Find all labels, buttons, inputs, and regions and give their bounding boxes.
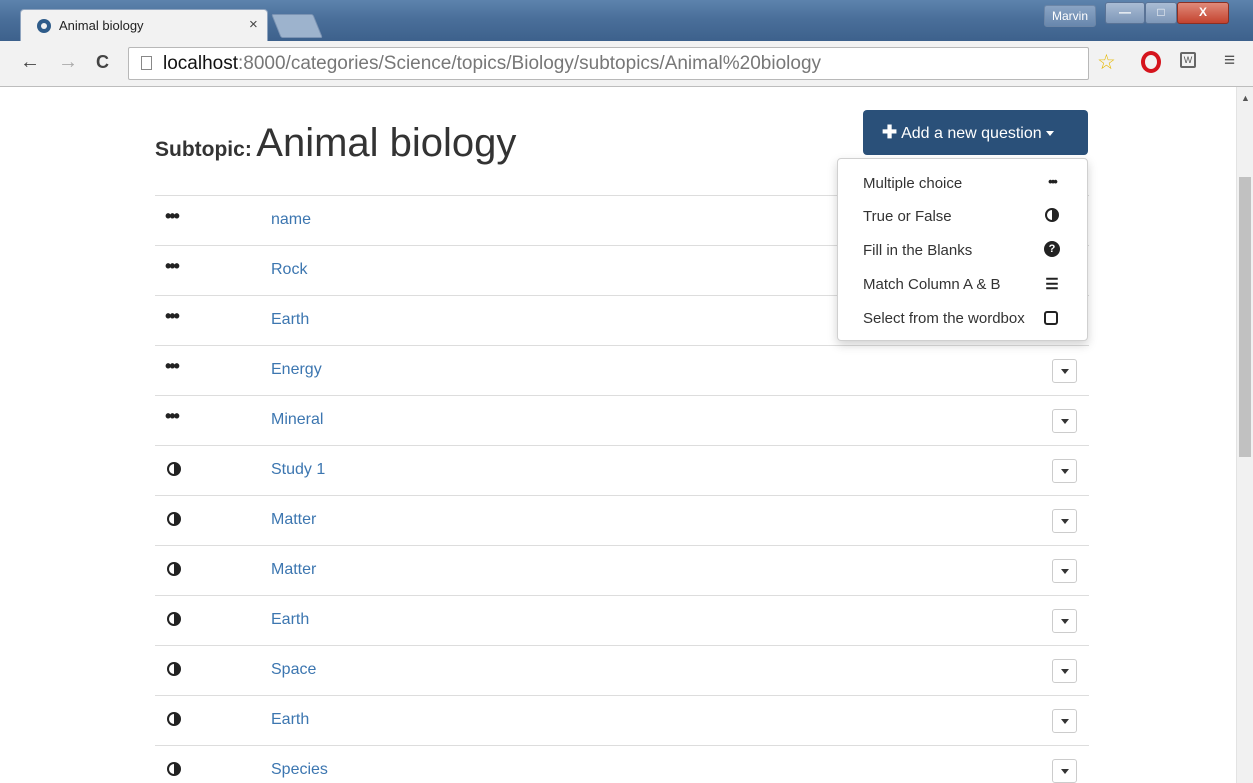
dropdown-item-match-columns[interactable]: Match Column A & B ☰ [838, 268, 1087, 302]
ellipsis-icon: ••• [165, 406, 180, 426]
row-options-button[interactable] [1052, 759, 1077, 783]
extension-icon[interactable]: W [1180, 52, 1196, 68]
half-circle-icon [167, 662, 181, 676]
ellipsis-icon: ••• [165, 256, 180, 276]
add-question-label: Add a new question [901, 125, 1042, 142]
row-options-button[interactable] [1052, 409, 1077, 433]
question-link[interactable]: Matter [271, 511, 316, 529]
table-row: ••• Mineral [155, 395, 1089, 445]
dropdown-item-true-false[interactable]: True or False [838, 200, 1087, 234]
page-title: Subtopic: Animal biology [155, 121, 516, 166]
minimize-button[interactable]: — [1105, 2, 1145, 24]
table-row: Species [155, 745, 1089, 783]
question-link[interactable]: Earth [271, 711, 309, 729]
scrollbar-thumb[interactable] [1239, 177, 1251, 457]
row-options-button[interactable] [1052, 459, 1077, 483]
half-circle-icon [167, 612, 181, 626]
plus-icon: ✚ [882, 122, 898, 142]
dropdown-item-fill-blanks[interactable]: Fill in the Blanks ? [838, 234, 1087, 268]
question-link[interactable]: Rock [271, 261, 307, 279]
page-title-label: Subtopic: [155, 138, 252, 161]
dropdown-item-label: Fill in the Blanks [863, 242, 973, 259]
question-link[interactable]: name [271, 211, 311, 229]
row-options-button[interactable] [1052, 609, 1077, 633]
half-circle-icon [1044, 207, 1060, 223]
row-options-button[interactable] [1052, 559, 1077, 583]
question-link[interactable]: Energy [271, 361, 322, 379]
tab-close-icon[interactable]: × [249, 16, 258, 33]
profile-button[interactable]: Marvin [1044, 5, 1096, 27]
table-row: Study 1 [155, 445, 1089, 495]
half-circle-icon [167, 512, 181, 526]
table-row: Earth [155, 595, 1089, 645]
vertical-scrollbar[interactable]: ▲ [1236, 87, 1253, 783]
list-icon: ☰ [1045, 276, 1059, 293]
question-link[interactable]: Mineral [271, 411, 323, 429]
ellipsis-icon: ••• [165, 356, 180, 376]
reload-icon[interactable]: C [96, 52, 109, 73]
table-row: Earth [155, 695, 1089, 745]
dropdown-item-multiple-choice[interactable]: Multiple choice ••• [838, 167, 1087, 201]
question-circle-icon: ? [1044, 241, 1060, 257]
dropdown-item-wordbox[interactable]: Select from the wordbox [838, 302, 1087, 336]
dropdown-item-label: True or False [863, 208, 952, 225]
question-link[interactable]: Species [271, 761, 328, 779]
browser-tab[interactable]: Animal biology × [20, 9, 268, 41]
half-circle-icon [167, 462, 181, 476]
box-icon [1044, 311, 1058, 325]
browser-menu-icon[interactable]: ≡ [1224, 50, 1235, 72]
half-circle-icon [167, 762, 181, 776]
back-icon[interactable]: ← [20, 51, 40, 74]
half-circle-icon [167, 712, 181, 726]
ellipsis-icon: ••• [1048, 174, 1058, 189]
table-row: Matter [155, 545, 1089, 595]
forward-icon[interactable]: → [58, 51, 78, 74]
add-question-dropdown: Multiple choice ••• True or False Fill i… [837, 158, 1088, 341]
site-favicon-icon [37, 19, 51, 33]
page-viewport: Subtopic: Animal biology ✚ Add a new ques… [0, 87, 1236, 783]
browser-titlebar: Animal biology × Marvin — □ X [0, 0, 1253, 41]
caret-down-icon [1045, 131, 1054, 137]
table-row: Space [155, 645, 1089, 695]
question-link[interactable]: Earth [271, 611, 309, 629]
dropdown-item-label: Match Column A & B [863, 276, 1001, 293]
ellipsis-icon: ••• [165, 306, 180, 326]
question-link[interactable]: Earth [271, 311, 309, 329]
url-text: localhost:8000/categories/Science/topics… [163, 53, 822, 74]
tab-title: Animal biology [59, 18, 144, 33]
row-options-button[interactable] [1052, 659, 1077, 683]
scroll-up-icon[interactable]: ▲ [1241, 93, 1250, 103]
question-link[interactable]: Study 1 [271, 461, 325, 479]
ellipsis-icon: ••• [165, 206, 180, 226]
maximize-button[interactable]: □ [1145, 2, 1177, 24]
new-tab-button[interactable] [271, 14, 323, 38]
bookmark-star-icon[interactable]: ☆ [1097, 50, 1116, 75]
row-options-button[interactable] [1052, 509, 1077, 533]
add-question-button[interactable]: ✚ Add a new question [863, 110, 1088, 155]
browser-toolbar: ← → C localhost:8000/categories/Science/… [0, 41, 1253, 87]
opera-extension-icon[interactable] [1141, 51, 1161, 73]
row-options-button[interactable] [1052, 359, 1077, 383]
row-options-button[interactable] [1052, 709, 1077, 733]
half-circle-icon [167, 562, 181, 576]
page-title-name: Animal biology [256, 121, 517, 165]
dropdown-item-label: Multiple choice [863, 175, 963, 192]
table-row: ••• Energy [155, 345, 1089, 395]
page-icon [141, 56, 152, 70]
dropdown-item-label: Select from the wordbox [863, 310, 1025, 327]
address-bar[interactable]: localhost:8000/categories/Science/topics… [128, 47, 1089, 80]
question-link[interactable]: Matter [271, 561, 316, 579]
table-row: Matter [155, 495, 1089, 545]
close-window-button[interactable]: X [1177, 2, 1229, 24]
question-link[interactable]: Space [271, 661, 316, 679]
